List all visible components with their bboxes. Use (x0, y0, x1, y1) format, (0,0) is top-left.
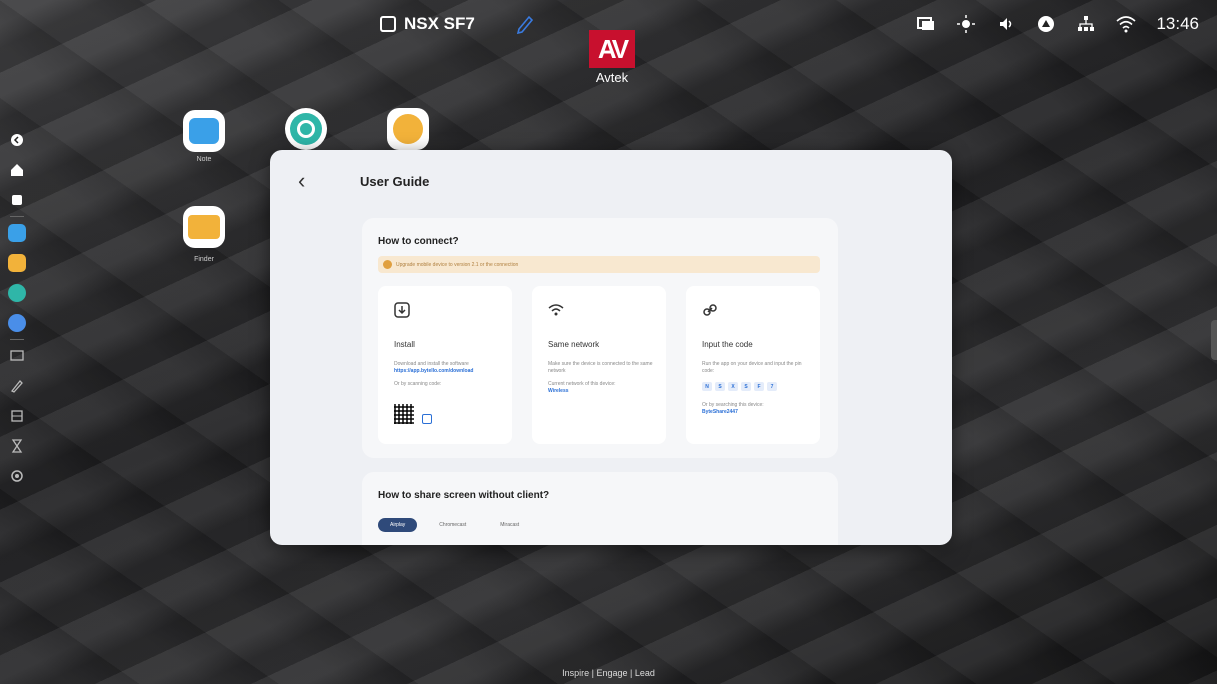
pin-char: F (754, 382, 764, 391)
back-icon[interactable] (7, 130, 27, 150)
circle-app-icon[interactable] (285, 108, 327, 150)
finder-app-label: Finder (194, 256, 214, 263)
search-label: Or by searching this device: (702, 402, 764, 408)
zoom-qr-icon[interactable] (422, 414, 432, 424)
status-bar: 13:46 (916, 14, 1199, 34)
device-name-label: NSX SF7 (404, 14, 475, 33)
share-card: How to share screen without client? Airp… (362, 472, 838, 545)
chat-app-icon[interactable] (7, 223, 27, 243)
dock-divider (10, 216, 24, 217)
logo-brand: Avtek (595, 70, 629, 85)
dock-divider (10, 339, 24, 340)
pin-char: 7 (767, 382, 777, 391)
step-install: Install Download and install the softwar… (378, 286, 512, 444)
code-desc: Run the app on your device and input the… (702, 361, 802, 374)
wifi-icon[interactable] (1116, 14, 1136, 34)
upgrade-notice: Upgrade mobile device to version 2.1 or … (378, 256, 820, 273)
step-desc: Download and install the software https:… (394, 361, 502, 388)
qr-code (394, 404, 414, 424)
pen-icon[interactable] (514, 12, 536, 34)
volume-icon[interactable] (996, 14, 1016, 34)
step-code: Input the code Run the app on your devic… (686, 286, 820, 444)
share-heading: How to share screen without client? (378, 490, 550, 501)
wifi-icon (548, 304, 564, 316)
pin-char: S (741, 382, 751, 391)
share-tabs: Airplay Chromecast Miracast (378, 518, 531, 532)
back-button[interactable]: ‹ (298, 168, 305, 194)
clock: 13:46 (1156, 14, 1199, 33)
pin-code: N S X S F 7 (702, 382, 777, 391)
pin-char: S (715, 382, 725, 391)
notice-text: Upgrade mobile device to version 2.1 or … (396, 261, 519, 268)
step-desc: Run the app on your device and input the… (702, 361, 810, 375)
side-drawer-handle[interactable] (1211, 320, 1217, 360)
display-mirror-icon[interactable] (916, 14, 936, 34)
tab-miracast[interactable]: Miracast (488, 518, 531, 532)
pin-char: N (702, 382, 712, 391)
current-network-label: Current network of this device: (548, 381, 616, 387)
vpn-icon[interactable] (1036, 14, 1056, 34)
network-desc: Make sure the device is connected to the… (548, 361, 653, 374)
finder-app-icon[interactable] (183, 206, 225, 248)
tab-airplay[interactable]: Airplay (378, 518, 418, 532)
recents-icon[interactable] (7, 190, 27, 210)
circle-app-icon[interactable] (7, 283, 27, 303)
palette-app-icon[interactable] (387, 108, 429, 150)
grid-app-icon[interactable] (7, 313, 27, 333)
link-icon (703, 304, 717, 316)
annotate-icon[interactable] (7, 376, 27, 396)
tab-chromecast[interactable]: Chromecast (427, 518, 478, 532)
footer-slogan: Inspire | Engage | Lead (562, 668, 655, 678)
left-dock (6, 130, 28, 496)
settings-icon[interactable] (7, 466, 27, 486)
screenshot-icon[interactable] (7, 406, 27, 426)
download-link[interactable]: https://app.bytello.com/download (394, 368, 502, 375)
step-title: Input the code (702, 340, 753, 349)
connect-heading: How to connect? (378, 236, 459, 247)
device-icon (380, 16, 396, 32)
device-id: ByteShare2447 (702, 409, 738, 415)
logo-mark: AV (589, 30, 635, 68)
warning-icon (383, 260, 392, 269)
step-title: Same network (548, 340, 600, 349)
screen-share-icon[interactable] (7, 346, 27, 366)
step-title: Install (394, 340, 415, 349)
avtek-logo: AV Avtek (588, 30, 636, 85)
note-app-icon[interactable] (183, 110, 225, 152)
brightness-icon[interactable] (956, 14, 976, 34)
connect-card: How to connect? Upgrade mobile device to… (362, 218, 838, 458)
device-name: NSX SF7 (380, 14, 475, 34)
dialog-title: User Guide (360, 174, 430, 189)
step-network: Same network Make sure the device is con… (532, 286, 666, 444)
step-desc: Make sure the device is connected to the… (548, 361, 656, 395)
timer-icon[interactable] (7, 436, 27, 456)
folder-app-icon[interactable] (7, 253, 27, 273)
current-network-value: Wireless (548, 388, 569, 394)
network-icon[interactable] (1076, 14, 1096, 34)
note-app-label: Note (196, 156, 212, 163)
install-desc: Download and install the software (394, 361, 469, 367)
user-guide-dialog: ‹ User Guide How to connect? Upgrade mob… (270, 150, 952, 545)
download-icon (394, 302, 410, 318)
home-icon[interactable] (7, 160, 27, 180)
pin-char: X (728, 382, 738, 391)
search-hint: Or by searching this device: ByteShare24… (702, 402, 810, 416)
scan-hint: Or by scanning code: (394, 381, 442, 387)
